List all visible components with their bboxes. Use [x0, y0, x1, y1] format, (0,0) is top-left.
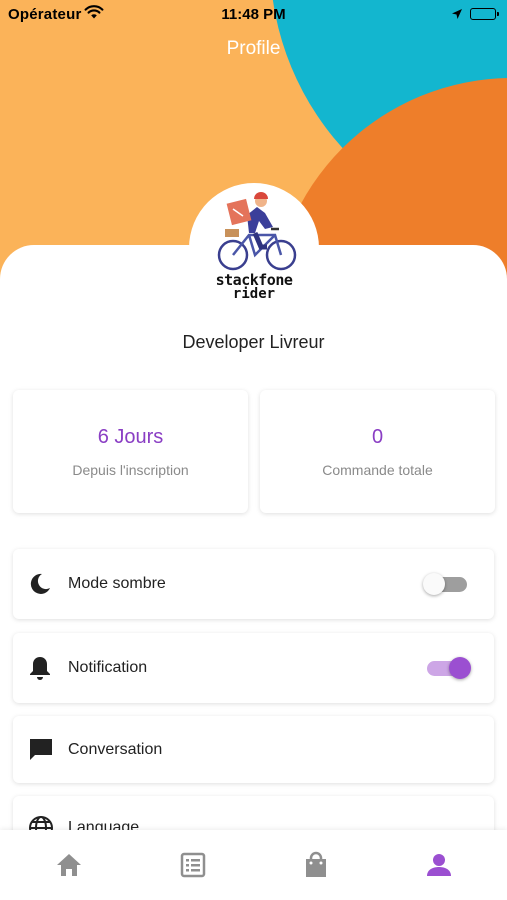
setting-notification[interactable]: Notification [13, 633, 494, 703]
setting-conversation[interactable]: Conversation [13, 716, 494, 783]
status-time: 11:48 PM [221, 6, 286, 23]
battery-icon [470, 8, 499, 20]
setting-dark-mode[interactable]: Mode sombre [13, 549, 494, 619]
stat-card-days: 6 Jours Depuis l'inscription [13, 390, 248, 513]
stat-label: Depuis l'inscription [72, 462, 189, 478]
dark-mode-toggle[interactable] [423, 573, 473, 595]
bell-icon [28, 655, 52, 686]
location-arrow-icon [451, 7, 463, 24]
logo-subtitle: rider [232, 286, 276, 302]
home-icon[interactable] [54, 850, 84, 880]
user-name: Developer Livreur [182, 332, 325, 352]
delivery-rider-illustration [217, 192, 297, 271]
bottom-nav [0, 830, 507, 900]
list-icon[interactable] [178, 850, 208, 880]
avatar[interactable]: stackfone rider [189, 183, 319, 313]
setting-label: Notification [68, 659, 148, 676]
stat-label: Commande totale [322, 462, 433, 478]
shopping-bag-icon[interactable] [301, 850, 331, 880]
person-icon[interactable] [424, 850, 454, 880]
status-bar: Opérateur 11:48 PM [0, 0, 507, 28]
stat-card-orders: 0 Commande totale [260, 390, 495, 513]
chat-icon [28, 737, 54, 768]
notification-toggle[interactable] [423, 657, 473, 679]
stat-value: 0 [371, 426, 384, 448]
moon-icon [28, 572, 52, 601]
page-title: Profile [226, 38, 281, 59]
stat-value: 6 Jours [97, 426, 164, 448]
setting-label: Conversation [68, 741, 163, 758]
setting-label: Mode sombre [68, 575, 166, 592]
